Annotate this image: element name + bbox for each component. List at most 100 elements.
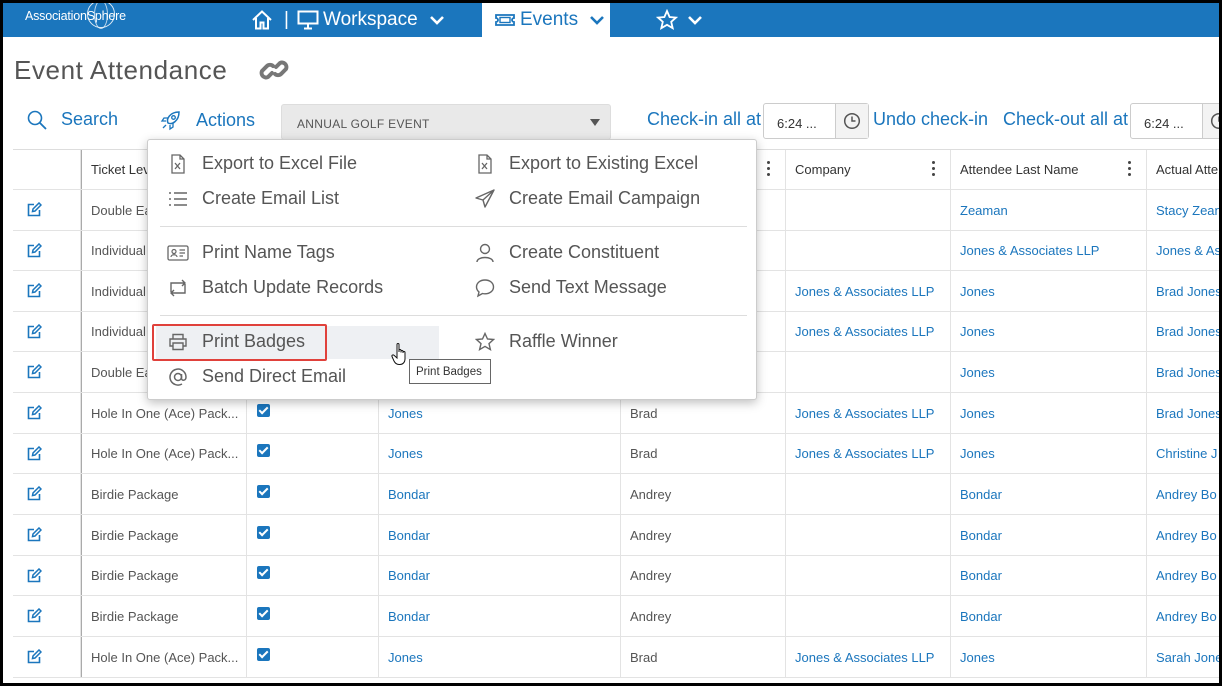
edit-icon[interactable] (26, 283, 42, 299)
menu-item-create-email-campaign[interactable]: Create Email Campaign (474, 188, 700, 209)
actual-attendee-cell[interactable]: Stacy Zean (1147, 190, 1219, 230)
menu-item-raffle-winner[interactable]: Raffle Winner (474, 331, 618, 352)
edit-icon[interactable] (26, 202, 42, 218)
menu-item-export-to-excel-file[interactable]: Export to Excel File (167, 153, 357, 174)
checkbox-checked[interactable] (257, 566, 270, 579)
edit-icon[interactable] (26, 242, 42, 259)
actual-attendee-cell-text[interactable]: Andrey Bo (1156, 487, 1217, 502)
checked-in-cell[interactable] (247, 474, 379, 514)
attendee-last-name-cell[interactable]: Jones (951, 637, 1147, 677)
company-cell[interactable]: Jones & Associates LLP (786, 312, 951, 351)
edit-icon[interactable] (26, 567, 42, 584)
actions-button[interactable]: Actions (160, 109, 255, 131)
checkbox-checked[interactable] (257, 606, 270, 620)
attendee-last-name-cell-text[interactable]: Bondar (960, 568, 1002, 583)
attendee-last-name-cell[interactable]: Zeaman (951, 190, 1147, 230)
attendee-last-name-cell-text[interactable]: Zeaman (960, 203, 1008, 218)
edit-cell[interactable] (13, 515, 81, 555)
edit-icon[interactable] (26, 405, 42, 421)
last-name-cell-text[interactable]: Jones (388, 650, 423, 665)
actual-attendee-cell-text[interactable]: Jones & As (1156, 243, 1219, 258)
last-name-cell[interactable]: Bondar (379, 556, 621, 595)
last-name-cell-text[interactable]: Jones (388, 446, 423, 461)
company-cell[interactable] (786, 556, 951, 595)
company-cell-text[interactable]: Jones & Associates LLP (795, 324, 934, 339)
actual-attendee-cell[interactable]: Sarah Jone (1147, 637, 1219, 677)
edit-cell[interactable] (13, 556, 81, 595)
actual-attendee-cell-text[interactable]: Andrey Bo (1156, 609, 1217, 624)
header-company[interactable]: Company (786, 150, 951, 189)
edit-cell[interactable] (13, 231, 81, 270)
attendee-last-name-cell-text[interactable]: Jones (960, 365, 995, 380)
actual-attendee-cell-text[interactable]: Sarah Jone (1156, 650, 1219, 665)
nav-workspace-menu[interactable]: Workspace (297, 6, 446, 34)
attendee-last-name-cell[interactable]: Bondar (951, 596, 1147, 636)
actual-attendee-cell-text[interactable]: Christine J (1156, 446, 1217, 461)
checkin-time-picker[interactable]: 6:24 ... (763, 103, 869, 139)
attendee-last-name-cell[interactable]: Jones (951, 352, 1147, 392)
actual-attendee-cell-text[interactable]: Brad Jones (1156, 406, 1219, 421)
checkbox-checked[interactable] (257, 403, 270, 417)
header-actual-attendee[interactable]: Actual Atte (1147, 150, 1219, 189)
column-menu-icon[interactable] (767, 161, 771, 176)
actual-attendee-cell[interactable]: Christine J (1147, 434, 1219, 473)
checkout-time-picker[interactable]: 6:24 ... (1130, 103, 1219, 139)
attendee-last-name-cell[interactable]: Jones (951, 271, 1147, 311)
attendee-last-name-cell[interactable]: Bondar (951, 556, 1147, 595)
undo-checkin-link[interactable]: Undo check-in (873, 109, 988, 130)
edit-cell[interactable] (13, 637, 81, 677)
actual-attendee-cell[interactable]: Andrey Bo (1147, 474, 1219, 514)
attendee-last-name-cell[interactable]: Jones (951, 312, 1147, 351)
actual-attendee-cell[interactable]: Jones & As (1147, 231, 1219, 270)
nav-events-menu[interactable]: Events (482, 3, 610, 37)
checkbox-checked[interactable] (257, 647, 270, 661)
last-name-cell[interactable]: Bondar (379, 596, 621, 636)
edit-icon[interactable] (26, 649, 42, 665)
company-cell-text[interactable]: Jones & Associates LLP (795, 650, 934, 665)
link-icon[interactable] (257, 55, 291, 85)
actual-attendee-cell[interactable]: Brad Jones (1147, 393, 1219, 433)
search-button[interactable]: Search (27, 109, 118, 130)
edit-icon[interactable] (26, 527, 42, 543)
checkbox-checked[interactable] (257, 484, 270, 498)
actual-attendee-cell[interactable]: Brad Jones (1147, 352, 1219, 392)
event-select[interactable]: ANNUAL GOLF EVENT (281, 104, 611, 140)
attendee-last-name-cell[interactable]: Jones (951, 393, 1147, 433)
checkbox-checked[interactable] (257, 525, 270, 539)
menu-item-print-name-tags[interactable]: Print Name Tags (167, 242, 335, 263)
header-attendee-last-name[interactable]: Attendee Last Name (951, 150, 1147, 189)
actual-attendee-cell[interactable]: Andrey Bo (1147, 515, 1219, 555)
attendee-last-name-cell[interactable]: Jones & Associates LLP (951, 231, 1147, 270)
company-cell[interactable] (786, 190, 951, 230)
edit-cell[interactable] (13, 312, 81, 351)
edit-cell[interactable] (13, 434, 81, 473)
company-cell-text[interactable]: Jones & Associates LLP (795, 284, 934, 299)
last-name-cell-text[interactable]: Bondar (388, 487, 430, 502)
company-cell[interactable] (786, 596, 951, 636)
company-cell[interactable] (786, 515, 951, 555)
actual-attendee-cell[interactable]: Andrey Bo (1147, 556, 1219, 595)
menu-item-create-email-list[interactable]: Create Email List (167, 188, 339, 209)
checked-in-cell[interactable] (247, 434, 379, 473)
edit-icon[interactable] (26, 323, 42, 340)
edit-icon[interactable] (26, 608, 42, 624)
company-cell[interactable]: Jones & Associates LLP (786, 434, 951, 473)
company-cell[interactable] (786, 352, 951, 392)
edit-cell[interactable] (13, 596, 81, 636)
column-menu-icon[interactable] (932, 161, 936, 176)
menu-item-batch-update-records[interactable]: Batch Update Records (167, 277, 383, 298)
company-cell[interactable] (786, 474, 951, 514)
clock-icon[interactable] (1203, 104, 1219, 138)
nav-favorites-menu[interactable] (656, 9, 704, 31)
company-cell[interactable]: Jones & Associates LLP (786, 637, 951, 677)
home-icon[interactable] (251, 9, 273, 31)
edit-cell[interactable] (13, 190, 81, 230)
last-name-cell-text[interactable]: Bondar (388, 568, 430, 583)
company-cell[interactable] (786, 231, 951, 270)
attendee-last-name-cell[interactable]: Jones (951, 434, 1147, 473)
edit-icon[interactable] (26, 364, 42, 380)
attendee-last-name-cell-text[interactable]: Jones (960, 324, 995, 339)
last-name-cell-text[interactable]: Jones (388, 406, 423, 421)
menu-item-export-to-existing-excel[interactable]: Export to Existing Excel (474, 153, 698, 174)
attendee-last-name-cell-text[interactable]: Jones (960, 446, 995, 461)
